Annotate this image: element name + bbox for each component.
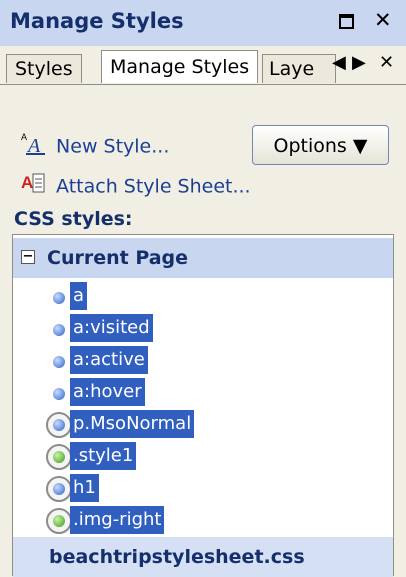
new-style-icon: A A [20, 130, 50, 164]
close-tab-icon[interactable]: ✕ [379, 52, 394, 73]
style-name: a:visited [70, 314, 153, 342]
new-style-label: New Style... [56, 135, 170, 158]
style-name: p.MsoNormal [70, 410, 195, 438]
svg-text:A: A [21, 173, 33, 192]
panel-title: Manage Styles [10, 9, 184, 33]
scroll-left-icon[interactable]: ◀ [332, 52, 346, 73]
style-item-a-visited[interactable]: a:visited [13, 312, 393, 344]
style-name: a:active [70, 346, 148, 374]
svg-text:A: A [21, 132, 27, 142]
blue-dot-icon [53, 388, 65, 400]
title-bar: Manage Styles ✕ [0, 0, 406, 46]
group-label: beachtripstylesheet.css [49, 546, 305, 568]
group-label: Current Page [47, 247, 189, 269]
attach-style-sheet-link[interactable]: A Attach Style Sheet... [20, 170, 251, 198]
style-name: .style1 [70, 442, 137, 470]
style-item-p-msonormal[interactable]: p.MsoNormal [13, 408, 393, 440]
style-item-img-right[interactable]: .img-right [13, 504, 393, 536]
blue-ringed-dot-icon [46, 412, 72, 438]
attach-style-sheet-label: Attach Style Sheet... [56, 175, 251, 198]
blue-ringed-dot-icon [46, 476, 72, 502]
tab-styles[interactable]: Styles [6, 54, 82, 83]
style-item-a-hover[interactable]: a:hover [13, 376, 393, 408]
group-current-page[interactable]: − Current Page [13, 238, 393, 278]
scroll-right-icon[interactable]: ▶ [352, 52, 366, 73]
style-item-a[interactable]: a [13, 280, 393, 312]
style-name: a [70, 282, 88, 310]
tab-layers[interactable]: Laye [262, 54, 336, 83]
blue-dot-icon [53, 292, 65, 304]
options-dropdown[interactable]: Options ▼ [252, 125, 389, 165]
style-name: h1 [70, 474, 99, 502]
collapse-icon[interactable]: − [21, 250, 35, 264]
style-item-style1[interactable]: .style1 [13, 440, 393, 472]
css-styles-heading: CSS styles: [14, 208, 133, 230]
tab-manage-styles[interactable]: Manage Styles [101, 50, 259, 83]
style-name: .img-right [70, 506, 165, 534]
style-item-a-active[interactable]: a:active [13, 344, 393, 376]
style-item-h1[interactable]: h1 [13, 472, 393, 504]
blue-dot-icon [53, 324, 65, 336]
maximize-button[interactable] [339, 14, 354, 29]
manage-styles-panel: Manage Styles ✕ Styles Manage Styles Lay… [0, 0, 406, 577]
blue-dot-icon [53, 356, 65, 368]
group-beachtripstylesheet[interactable]: beachtripstylesheet.css [13, 537, 393, 577]
green-ringed-dot-icon [46, 508, 72, 534]
css-styles-list: − Current Page a a:visited a:active a:ho… [12, 234, 394, 577]
new-style-link[interactable]: A A New Style... [20, 130, 169, 158]
style-name: a:hover [70, 378, 145, 406]
close-button[interactable]: ✕ [374, 8, 392, 32]
attach-style-sheet-icon: A [20, 170, 50, 204]
svg-text:A: A [26, 135, 41, 156]
green-ringed-dot-icon [46, 444, 72, 470]
